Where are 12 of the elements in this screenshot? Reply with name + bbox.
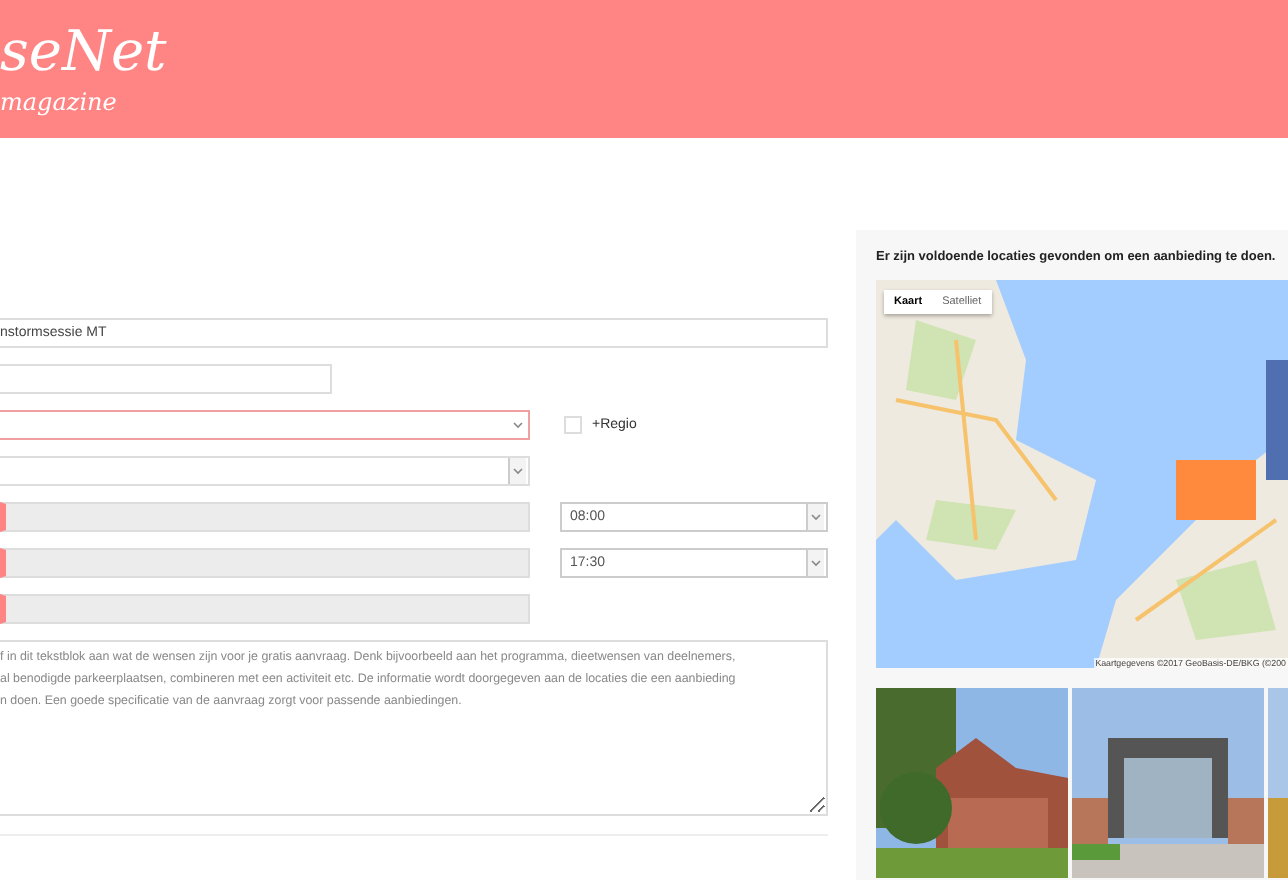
logo-tagline: magazine	[0, 88, 117, 116]
caret-icon	[806, 550, 824, 576]
date-field[interactable]	[0, 594, 530, 624]
caret-icon	[508, 458, 526, 484]
date-field[interactable]	[0, 502, 530, 532]
regio-checkbox[interactable]	[564, 416, 582, 434]
logo: seNet	[0, 16, 167, 88]
select-field[interactable]	[0, 456, 530, 486]
caret-icon	[806, 504, 824, 530]
input-field[interactable]	[0, 364, 332, 394]
region-select[interactable]	[0, 410, 530, 440]
date-field[interactable]	[0, 548, 530, 578]
